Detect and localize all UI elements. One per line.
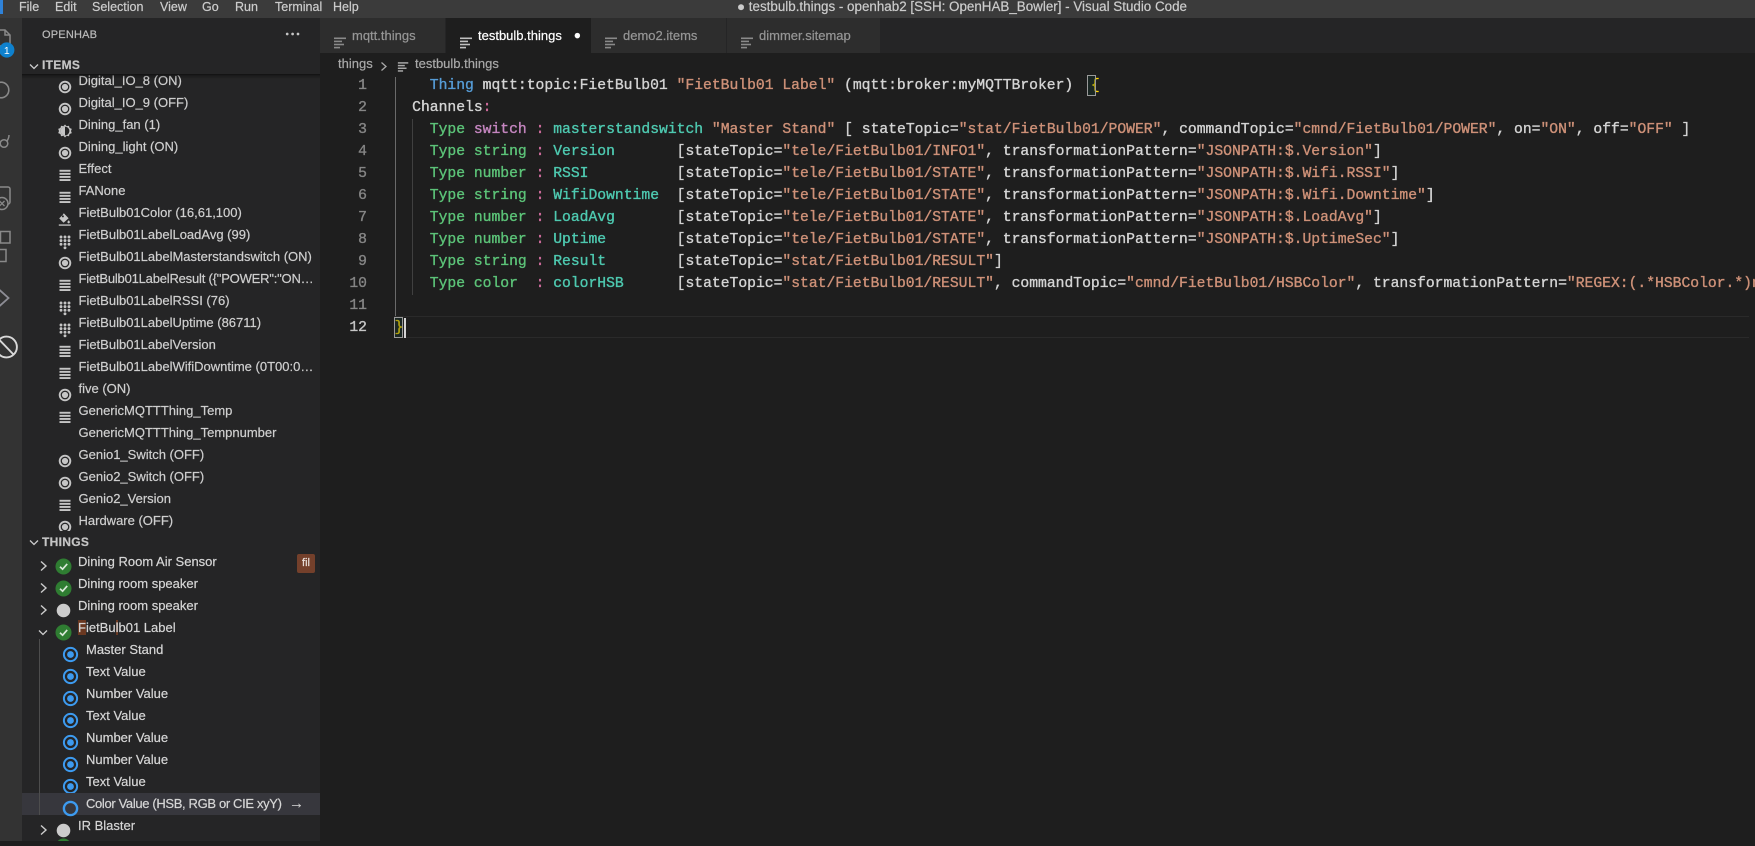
- svg-text:1: 1: [4, 45, 10, 57]
